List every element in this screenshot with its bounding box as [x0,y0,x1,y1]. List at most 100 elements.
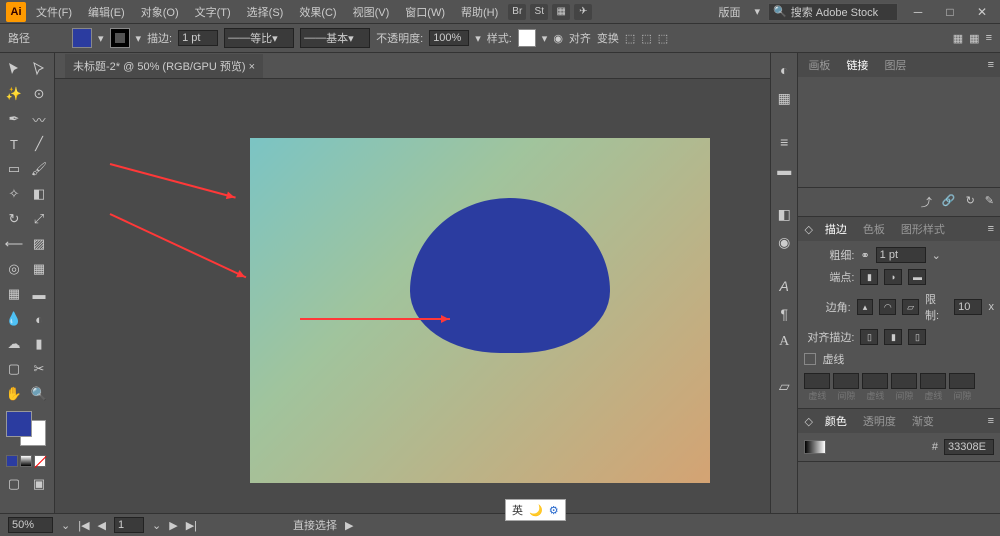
fill-stroke-control[interactable] [6,411,46,446]
cap-square[interactable]: ▬ [908,269,926,285]
screen-mode[interactable]: ▢ [2,472,26,496]
link-edit-icon[interactable]: ✎ [985,194,994,210]
dash-1[interactable] [804,373,830,389]
dropdown-icon[interactable]: ▾ [136,32,142,45]
gpu-icon[interactable]: ✈ [574,4,592,20]
slice-tool[interactable]: ✂ [27,357,51,381]
dash-2[interactable] [862,373,888,389]
paragraph-icon[interactable]: ¶ [773,303,795,325]
gradient-tool[interactable]: ▬ [27,282,51,306]
nav-first-icon[interactable]: |◀ [78,519,89,532]
maximize-button[interactable]: □ [938,4,962,20]
cap-butt[interactable]: ▮ [860,269,878,285]
opacity-input[interactable]: 100% [429,30,469,46]
eraser-tool[interactable]: ◧ [27,182,51,206]
swatches-icon[interactable]: ▦ [773,87,795,109]
stroke-weight-input[interactable]: 1 pt [178,30,218,46]
brush-select[interactable]: —— 基本 ▾ [300,28,370,48]
symbol-tool[interactable]: ☁ [2,332,26,356]
menu-type[interactable]: 文字(T) [189,2,237,22]
scale-tool[interactable]: ⤢ [27,207,51,231]
close-button[interactable]: ✕ [970,4,994,20]
artboard-nav-input[interactable]: 1 [114,517,144,533]
align-center[interactable]: ▯ [860,329,878,345]
eyedropper-tool[interactable]: 💧 [2,307,26,331]
workspace-switcher[interactable]: 版面 [712,2,746,22]
recolor-icon[interactable]: ◉ [553,32,563,45]
free-transform-tool[interactable]: ▨ [27,232,51,256]
transform-link[interactable]: 变换 [597,30,619,46]
stock-icon[interactable]: St [530,4,548,20]
panel-menu-icon[interactable]: ≡ [986,32,992,45]
weight-input[interactable]: 1 pt [876,247,926,263]
link-relink-icon[interactable]: 🔗 [942,194,956,210]
color-swatch-mini[interactable] [804,440,826,454]
mesh-tool[interactable]: ▦ [2,282,26,306]
dropdown-icon[interactable]: ▾ [98,32,104,45]
lasso-tool[interactable]: ⊙ [27,82,51,106]
corner-miter[interactable]: ▴ [857,299,874,315]
zoom-input[interactable]: 50% [8,517,53,533]
artboards-icon[interactable]: ▱ [773,375,795,397]
width-tool[interactable]: ⟵ [2,232,26,256]
blend-tool[interactable]: ◐ [27,307,51,331]
menu-edit[interactable]: 编辑(E) [82,2,131,22]
link-icon[interactable]: ⚭ [860,249,869,262]
fill-color[interactable] [6,411,32,437]
menu-file[interactable]: 文件(F) [30,2,78,22]
dash-3[interactable] [920,373,946,389]
align-link[interactable]: 对齐 [569,30,591,46]
menu-view[interactable]: 视图(V) [347,2,396,22]
appearance-icon[interactable]: ◉ [773,231,795,253]
direct-selection-tool[interactable] [27,57,51,81]
profile-select[interactable]: —— 等比 ▾ [224,28,294,48]
fill-swatch[interactable] [72,28,92,48]
panel-icon[interactable]: ▦ [969,32,979,45]
document-tab[interactable]: 未标题-2* @ 50% (RGB/GPU 预览) × [65,54,263,78]
tab-artboards[interactable]: 画板 [804,55,834,75]
hex-input[interactable]: 33308E [944,439,994,455]
isolate-icon[interactable]: ⬚ [658,32,668,45]
menu-select[interactable]: 选择(S) [241,2,290,22]
tab-stroke[interactable]: 描边 [821,219,851,239]
ime-bar[interactable]: 英 🌙 ⚙ [505,499,566,521]
dashed-checkbox[interactable] [804,353,816,365]
menu-window[interactable]: 窗口(W) [399,2,451,22]
collapse-icon[interactable]: ◇ [804,415,812,428]
gap-2[interactable] [891,373,917,389]
gap-3[interactable] [949,373,975,389]
artboard[interactable] [250,138,710,483]
arrange-icon[interactable]: ▦ [552,4,570,20]
graph-tool[interactable]: ▮ [27,332,51,356]
menu-help[interactable]: 帮助(H) [455,2,504,22]
magic-wand-tool[interactable]: ✨ [2,82,26,106]
opentype-icon[interactable]: A [773,331,795,353]
search-input[interactable]: 🔍 搜索 Adobe Stock [768,3,898,21]
ime-lang[interactable]: 英 [512,502,523,518]
tab-swatches[interactable]: 色板 [859,219,889,239]
hand-tool[interactable]: ✋ [2,382,26,406]
zoom-tool[interactable]: 🔍 [27,382,51,406]
gap-1[interactable] [833,373,859,389]
nav-last-icon[interactable]: ▶| [186,519,197,532]
miter-limit-input[interactable]: 10 [954,299,982,315]
align-inside[interactable]: ▮ [884,329,902,345]
perspective-tool[interactable]: ▦ [27,257,51,281]
tab-graphic-styles[interactable]: 图形样式 [897,219,949,239]
corner-bevel[interactable]: ▱ [902,299,919,315]
close-tab-icon[interactable]: × [249,61,255,73]
shape-builder-tool[interactable]: ◎ [2,257,26,281]
panel-menu-icon[interactable]: ≡ [988,415,994,427]
ime-gear-icon[interactable]: ⚙ [549,504,559,517]
shaper-tool[interactable]: ✧ [2,182,26,206]
line-tool[interactable]: ╱ [27,132,51,156]
stroke-swatch[interactable] [110,28,130,48]
menu-object[interactable]: 对象(O) [135,2,185,22]
align-outside[interactable]: ▯ [908,329,926,345]
rotate-tool[interactable]: ↻ [2,207,26,231]
cap-round[interactable]: ◗ [884,269,902,285]
isolate-icon[interactable]: ⬚ [625,32,635,45]
tab-links[interactable]: 链接 [842,55,872,75]
panel-menu-icon[interactable]: ≡ [988,223,994,235]
isolate-icon[interactable]: ⬚ [641,32,651,45]
